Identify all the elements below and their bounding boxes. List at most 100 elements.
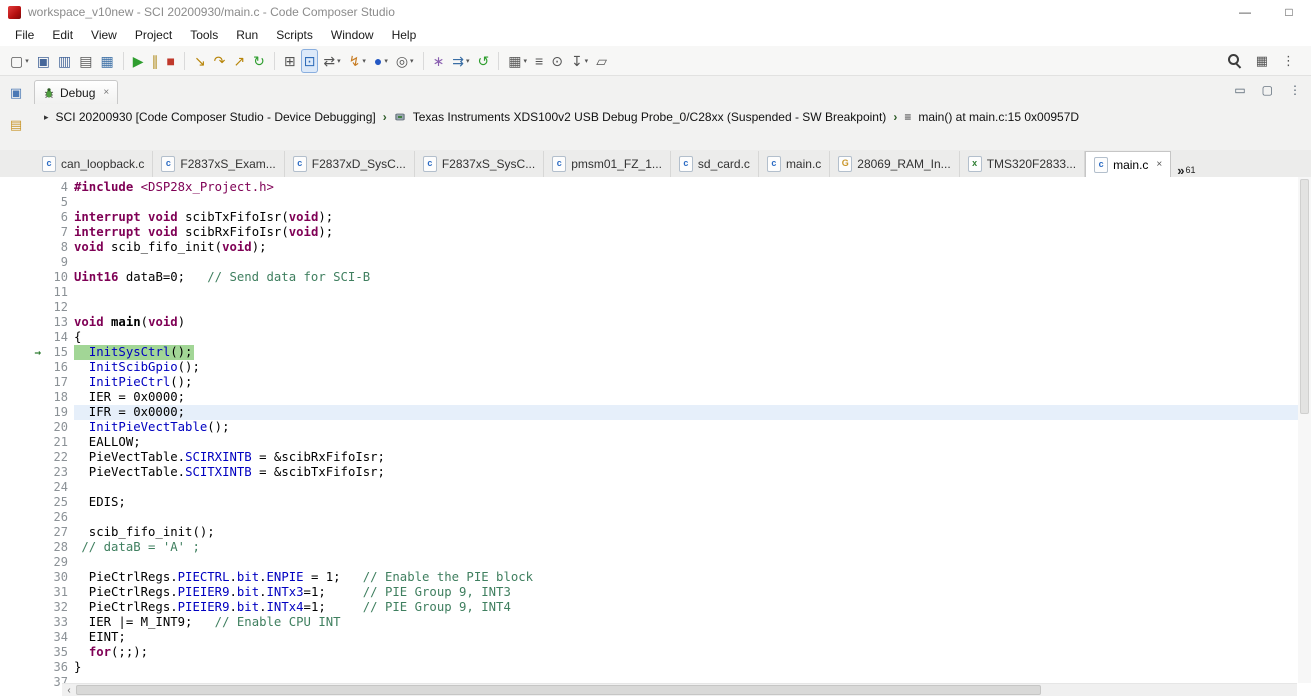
annotation-margin[interactable]: [0, 180, 44, 195]
refresh-button[interactable]: ↺: [475, 49, 493, 73]
minimize-view-icon[interactable]: ▭: [1234, 83, 1245, 97]
annotation-margin[interactable]: [0, 480, 44, 495]
annotation-margin[interactable]: [0, 420, 44, 435]
editor-tab-3[interactable]: c F2837xD_SysC...: [285, 151, 415, 177]
code-line[interactable]: 26: [0, 510, 1311, 525]
editor-tab-1[interactable]: c can_loopback.c: [34, 151, 154, 177]
search-source-button[interactable]: ⊙: [548, 49, 566, 73]
close-tab-icon[interactable]: ×: [1156, 159, 1162, 170]
annotation-margin[interactable]: [0, 360, 44, 375]
annotation-margin[interactable]: [0, 525, 44, 540]
restore-view-button[interactable]: ▣: [5, 82, 27, 104]
connect-target-button[interactable]: ⊡: [300, 48, 319, 73]
editor-tab-9[interactable]: x TMS320F2833...: [960, 151, 1086, 177]
code-line[interactable]: 5: [0, 195, 1311, 210]
horizontal-scrollbar-thumb[interactable]: [76, 685, 1042, 695]
annotation-margin[interactable]: [0, 630, 44, 645]
code-line[interactable]: 10 Uint16 dataB=0; // Send data for SCI-B: [0, 270, 1311, 285]
annotation-margin[interactable]: [0, 450, 44, 465]
annotation-margin[interactable]: [0, 510, 44, 525]
annotation-margin[interactable]: [0, 285, 44, 300]
annotation-margin[interactable]: [0, 435, 44, 450]
menu-item-run[interactable]: Run: [227, 25, 267, 45]
code-line[interactable]: 9: [0, 255, 1311, 270]
code-line[interactable]: 29: [0, 555, 1311, 570]
debug-probe-item[interactable]: Texas Instruments XDS100v2 USB Debug Pro…: [413, 110, 887, 124]
annotation-margin[interactable]: [0, 255, 44, 270]
hidden-editors-button[interactable]: » 61: [1171, 162, 1201, 177]
code-line[interactable]: 36}: [0, 660, 1311, 675]
step-over-button[interactable]: ↷: [211, 49, 229, 73]
pin-button[interactable]: ↧ ▾: [568, 49, 591, 73]
code-line[interactable]: → 15 InitSysCtrl();: [0, 345, 1311, 360]
annotation-margin[interactable]: [0, 195, 44, 210]
annotation-margin[interactable]: [0, 465, 44, 480]
registers-button[interactable]: ⊞: [281, 49, 299, 73]
code-line[interactable]: 31 PieCtrlRegs.PIEIER9.bit.INTx3=1; // P…: [0, 585, 1311, 600]
debug-session-item[interactable]: SCI 20200930 [Code Composer Studio - Dev…: [56, 110, 376, 124]
annotation-margin[interactable]: [0, 315, 44, 330]
code-line[interactable]: 7 interrupt void scibRxFifoIsr(void);: [0, 225, 1311, 240]
code-line[interactable]: 11: [0, 285, 1311, 300]
print-button[interactable]: ▤: [76, 49, 95, 73]
code-line[interactable]: 34 EINT;: [0, 630, 1311, 645]
open-perspective-icon[interactable]: ▦: [1256, 53, 1268, 69]
menu-item-help[interactable]: Help: [383, 25, 426, 45]
save-button[interactable]: ▣: [34, 49, 53, 73]
code-line[interactable]: 33 IER |= M_INT9; // Enable CPU INT: [0, 615, 1311, 630]
menu-item-scripts[interactable]: Scripts: [267, 25, 322, 45]
code-line[interactable]: 35 for(;;);: [0, 645, 1311, 660]
maximize-window-button[interactable]: □: [1267, 5, 1311, 19]
scroll-left-icon[interactable]: ‹: [62, 685, 76, 696]
scripts-button[interactable]: ≡: [532, 49, 546, 73]
editor-tab-6[interactable]: c sd_card.c: [671, 151, 759, 177]
code-line[interactable]: 23 PieVectTable.SCITXINTB = &scibTxFifoI…: [0, 465, 1311, 480]
annotation-margin[interactable]: [0, 570, 44, 585]
annotation-margin[interactable]: →: [0, 345, 44, 360]
code-line[interactable]: 21 EALLOW;: [0, 435, 1311, 450]
watch-button[interactable]: ◎ ▾: [393, 49, 417, 73]
code-line[interactable]: 8 void scib_fifo_init(void);: [0, 240, 1311, 255]
editor-tab-10[interactable]: c main.c ×: [1085, 151, 1172, 177]
code-line[interactable]: 24: [0, 480, 1311, 495]
code-line[interactable]: 16 InitScibGpio();: [0, 360, 1311, 375]
code-line[interactable]: 30 PieCtrlRegs.PIECTRL.bit.ENPIE = 1; //…: [0, 570, 1311, 585]
annotation-margin[interactable]: [0, 660, 44, 675]
menu-item-view[interactable]: View: [82, 25, 126, 45]
step-into-button[interactable]: ↘: [191, 49, 209, 73]
toolbar-overflow-icon[interactable]: ⋮: [1282, 53, 1295, 69]
editor-tab-2[interactable]: c F2837xS_Exam...: [153, 151, 285, 177]
annotation-margin[interactable]: [0, 495, 44, 510]
breakpoints-button[interactable]: ● ▾: [371, 49, 391, 73]
restart-button[interactable]: ↻: [250, 49, 268, 73]
save-all-button[interactable]: ▥: [55, 49, 74, 73]
tab-debug[interactable]: Debug ×: [34, 80, 119, 104]
expand-session-icon[interactable]: ▸: [44, 112, 49, 123]
code-line[interactable]: 14 {: [0, 330, 1311, 345]
annotation-margin[interactable]: [0, 405, 44, 420]
flash-button[interactable]: ↯ ▾: [346, 49, 369, 73]
editor-tab-7[interactable]: c main.c: [759, 151, 831, 177]
search-icon[interactable]: [1227, 53, 1242, 69]
annotation-margin[interactable]: [0, 675, 44, 690]
stack-frame-item[interactable]: main() at main.c:15 0x00957D: [918, 110, 1079, 124]
code-line[interactable]: 27 scib_fifo_init();: [0, 525, 1311, 540]
menu-item-file[interactable]: File: [6, 25, 43, 45]
annotation-margin[interactable]: [0, 375, 44, 390]
horizontal-scrollbar[interactable]: ‹: [62, 683, 1297, 696]
code-line[interactable]: 25 EDIS;: [0, 495, 1311, 510]
suspend-button[interactable]: ∥: [148, 49, 161, 73]
vertical-scrollbar[interactable]: [1298, 177, 1311, 683]
compare-button[interactable]: ▱: [593, 49, 610, 73]
maximize-view-icon[interactable]: ▢: [1262, 83, 1273, 97]
code-line[interactable]: 18 IER = 0x0000;: [0, 390, 1311, 405]
menu-item-window[interactable]: Window: [322, 25, 383, 45]
menu-item-tools[interactable]: Tools: [181, 25, 227, 45]
menu-item-project[interactable]: Project: [126, 25, 181, 45]
annotation-margin[interactable]: [0, 300, 44, 315]
code-editor[interactable]: 4 #include <DSP28x_Project.h> 5 6 interrupt …: [0, 177, 1311, 696]
source-lookup-button[interactable]: ⇄ ▾: [320, 49, 343, 73]
trace-button[interactable]: ⇉ ▾: [449, 49, 472, 73]
annotation-margin[interactable]: [0, 555, 44, 570]
minimize-window-button[interactable]: —: [1223, 5, 1267, 19]
